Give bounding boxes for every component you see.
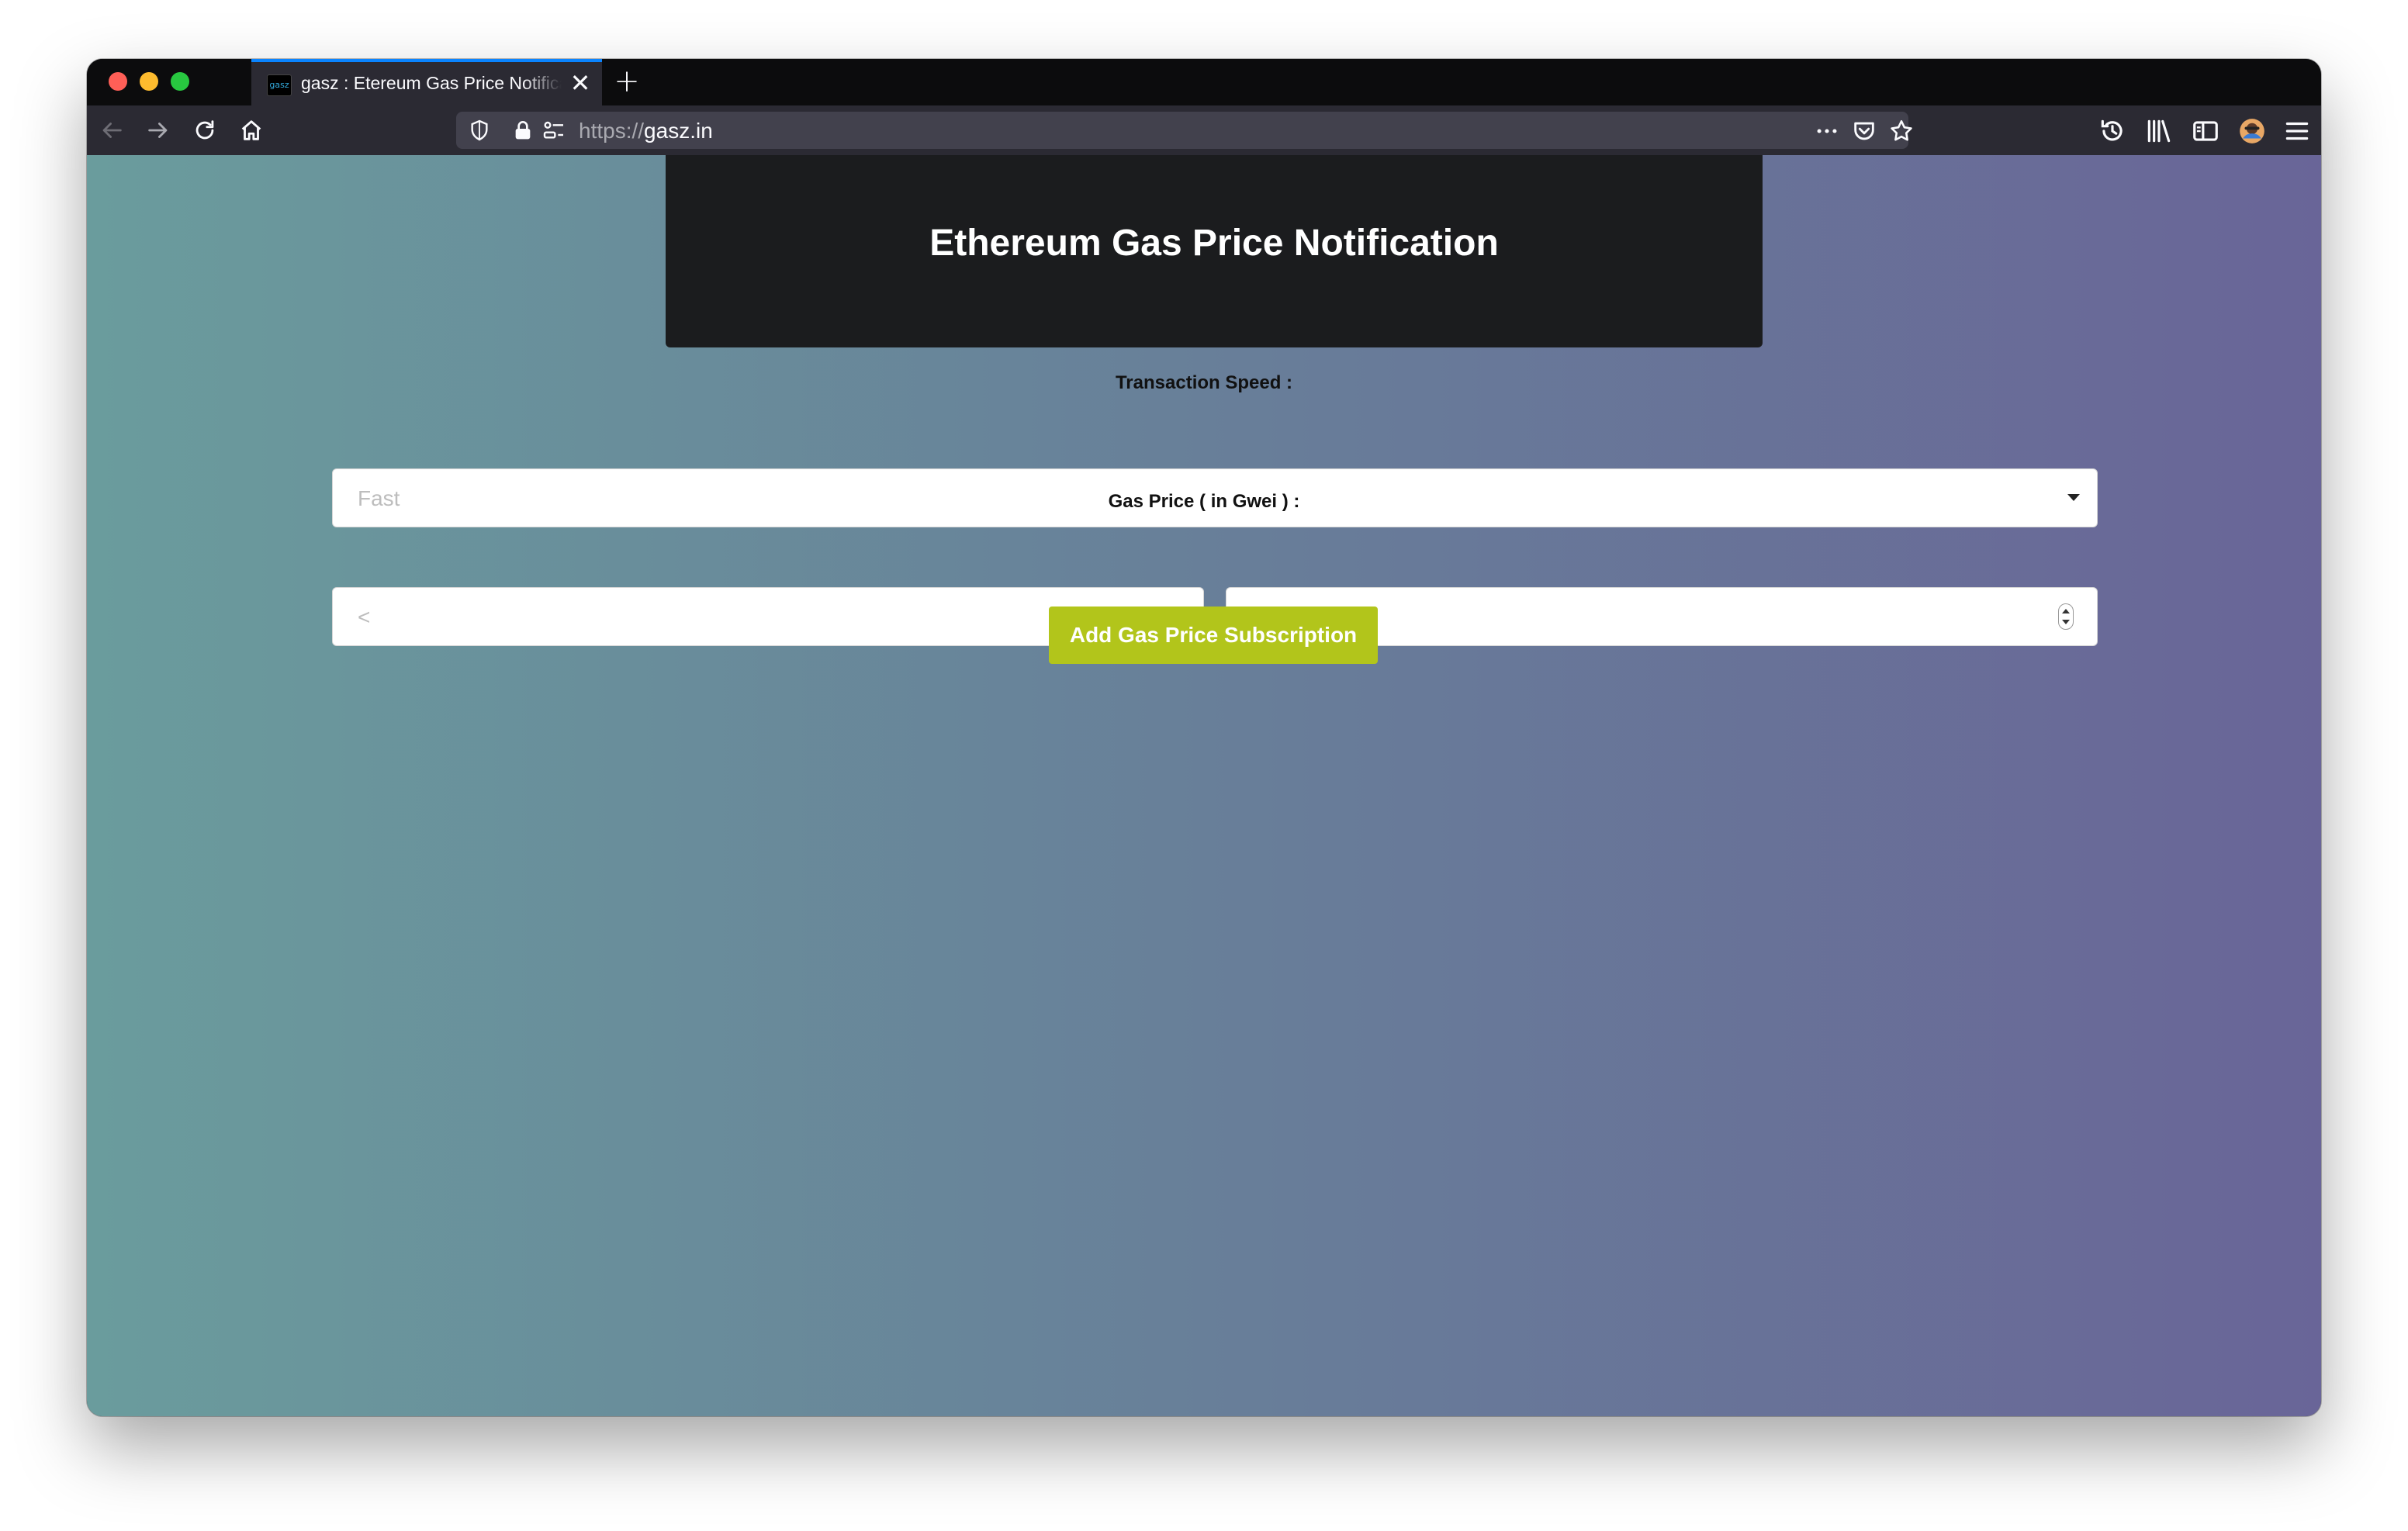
home-icon — [241, 120, 261, 140]
number-stepper-icon[interactable] — [2058, 603, 2074, 630]
back-button[interactable] — [95, 113, 129, 147]
tab-strip: gasz gasz : Etereum Gas Price Notificati… — [87, 59, 2321, 105]
new-tab-button[interactable]: + — [611, 66, 642, 98]
reload-icon — [195, 120, 214, 140]
library-icon[interactable] — [2144, 116, 2174, 146]
page-content: Ethereum Gas Price Notification Transact… — [87, 155, 2321, 1416]
bookmark-star-icon[interactable] — [1888, 118, 1915, 144]
lock-icon[interactable] — [510, 118, 535, 143]
close-window-button[interactable] — [109, 72, 127, 91]
forward-button[interactable] — [141, 113, 175, 147]
tab-close-button[interactable]: ✕ — [568, 70, 593, 96]
back-arrow-icon — [102, 123, 122, 138]
maximize-window-button[interactable] — [171, 72, 189, 91]
minimize-window-button[interactable] — [140, 72, 158, 91]
page-title: Ethereum Gas Price Notification — [929, 223, 1499, 264]
shield-icon[interactable] — [467, 118, 492, 143]
permissions-icon[interactable] — [541, 118, 566, 143]
pocket-icon[interactable] — [1851, 118, 1877, 144]
comparator-value: < — [358, 605, 371, 629]
favicon-icon: gasz — [267, 74, 292, 96]
url-text[interactable]: https://gasz.in — [579, 119, 713, 143]
page-actions-icon[interactable] — [1814, 118, 1840, 144]
reload-button[interactable] — [188, 113, 222, 147]
home-button[interactable] — [234, 113, 268, 147]
forward-arrow-icon — [148, 123, 168, 138]
url-host: gasz.in — [644, 119, 713, 143]
address-bar[interactable]: https://gasz.in — [456, 112, 1912, 149]
menu-hamburger-icon[interactable] — [2282, 116, 2312, 146]
history-icon[interactable] — [2098, 116, 2127, 146]
tab-title: gasz : Etereum Gas Price Notification — [301, 73, 562, 93]
sidebar-icon[interactable] — [2191, 116, 2220, 146]
add-subscription-button[interactable]: Add Gas Price Subscription — [1049, 607, 1378, 664]
account-avatar-icon[interactable] — [2237, 116, 2267, 146]
tab-active[interactable]: gasz gasz : Etereum Gas Price Notificati… — [251, 59, 602, 105]
page-header: Ethereum Gas Price Notification — [666, 155, 1763, 347]
gas-price-label: Gas Price ( in Gwei ) : — [1108, 491, 1300, 512]
transaction-speed-label: Transaction Speed : — [1115, 372, 1293, 393]
browser-window: gasz gasz : Etereum Gas Price Notificati… — [87, 59, 2321, 1416]
navigation-toolbar: https://gasz.in — [87, 105, 2321, 155]
url-scheme: https:// — [579, 119, 645, 143]
